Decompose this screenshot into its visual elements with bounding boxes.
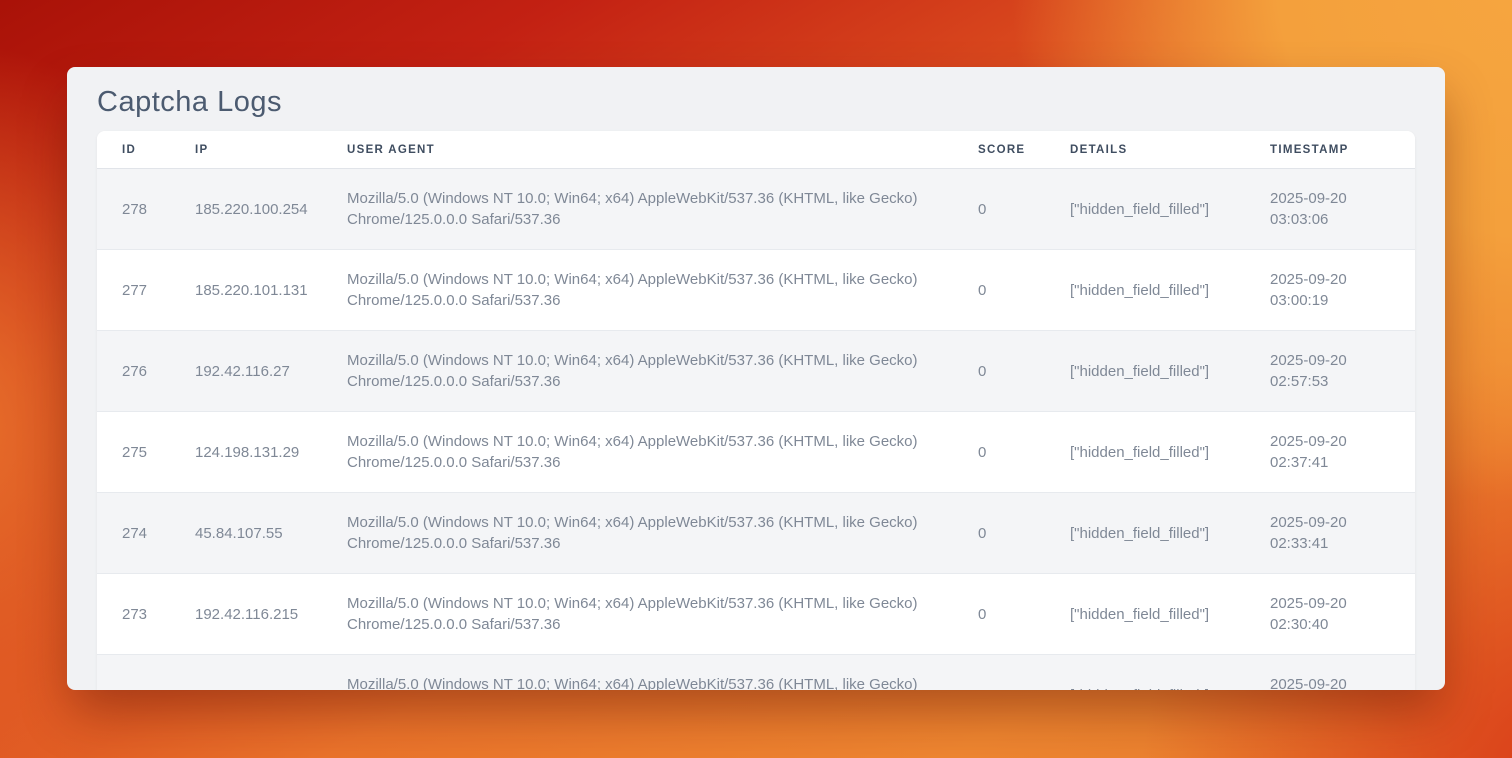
table-header-row: ID IP USER AGENT SCORE DETAILS TIMESTAMP bbox=[97, 131, 1415, 169]
timestamp-date: 2025-09-20 bbox=[1270, 593, 1395, 614]
cell-timestamp: 2025-09-20 03:00:19 bbox=[1245, 250, 1415, 331]
table-row: 274 45.84.107.55 Mozilla/5.0 (Windows NT… bbox=[97, 493, 1415, 574]
cell-ip: 192.42.116.27 bbox=[170, 331, 322, 412]
timestamp-date: 2025-09-20 bbox=[1270, 269, 1395, 290]
cell-details: ["hidden_field_filled"] bbox=[1045, 493, 1245, 574]
cell-timestamp: 2025-09-20 02:37:41 bbox=[1245, 412, 1415, 493]
cell-details: ["hidden_field_filled"] bbox=[1045, 655, 1245, 691]
cell-score: 0 bbox=[953, 493, 1045, 574]
cell-score: 0 bbox=[953, 574, 1045, 655]
cell-ip: 192.42.116.215 bbox=[170, 574, 322, 655]
cell-ip: 45.84.107.55 bbox=[170, 493, 322, 574]
cell-timestamp: 2025-09-20 02:57:53 bbox=[1245, 331, 1415, 412]
logs-table-element: ID IP USER AGENT SCORE DETAILS TIMESTAMP… bbox=[97, 131, 1415, 690]
column-header-details: DETAILS bbox=[1045, 131, 1245, 169]
cell-user-agent: Mozilla/5.0 (Windows NT 10.0; Win64; x64… bbox=[322, 574, 953, 655]
timestamp-time: 02:33:41 bbox=[1270, 533, 1395, 554]
captcha-logs-card: Captcha Logs ID IP USER AGENT SCORE DETA… bbox=[67, 67, 1445, 690]
cell-details: ["hidden_field_filled"] bbox=[1045, 169, 1245, 250]
table-row: 273 192.42.116.215 Mozilla/5.0 (Windows … bbox=[97, 574, 1415, 655]
table-row: 276 192.42.116.27 Mozilla/5.0 (Windows N… bbox=[97, 331, 1415, 412]
table-row: 272 185.100.87.250 Mozilla/5.0 (Windows … bbox=[97, 655, 1415, 691]
cell-id: 276 bbox=[97, 331, 170, 412]
cell-score: 0 bbox=[953, 250, 1045, 331]
cell-user-agent: Mozilla/5.0 (Windows NT 10.0; Win64; x64… bbox=[322, 250, 953, 331]
table-row: 275 124.198.131.29 Mozilla/5.0 (Windows … bbox=[97, 412, 1415, 493]
column-header-user-agent: USER AGENT bbox=[322, 131, 953, 169]
cell-timestamp: 2025-09-20 02:30:40 bbox=[1245, 574, 1415, 655]
timestamp-date: 2025-09-20 bbox=[1270, 431, 1395, 452]
logs-table: ID IP USER AGENT SCORE DETAILS TIMESTAMP… bbox=[97, 131, 1415, 690]
timestamp-date: 2025-09-20 bbox=[1270, 674, 1395, 690]
cell-score: 0 bbox=[953, 169, 1045, 250]
cell-score: 0 bbox=[953, 655, 1045, 691]
timestamp-date: 2025-09-20 bbox=[1270, 512, 1395, 533]
cell-score: 0 bbox=[953, 331, 1045, 412]
cell-details: ["hidden_field_filled"] bbox=[1045, 412, 1245, 493]
cell-user-agent: Mozilla/5.0 (Windows NT 10.0; Win64; x64… bbox=[322, 169, 953, 250]
cell-id: 275 bbox=[97, 412, 170, 493]
timestamp-time: 02:37:41 bbox=[1270, 452, 1395, 473]
column-header-ip: IP bbox=[170, 131, 322, 169]
cell-user-agent: Mozilla/5.0 (Windows NT 10.0; Win64; x64… bbox=[322, 493, 953, 574]
cell-details: ["hidden_field_filled"] bbox=[1045, 250, 1245, 331]
timestamp-time: 03:03:06 bbox=[1270, 209, 1395, 230]
cell-ip: 185.220.100.254 bbox=[170, 169, 322, 250]
cell-timestamp: 2025-09-20 02:33:41 bbox=[1245, 493, 1415, 574]
cell-ip: 185.100.87.250 bbox=[170, 655, 322, 691]
cell-user-agent: Mozilla/5.0 (Windows NT 10.0; Win64; x64… bbox=[322, 412, 953, 493]
cell-user-agent: Mozilla/5.0 (Windows NT 10.0; Win64; x64… bbox=[322, 655, 953, 691]
cell-timestamp: 2025-09-20 03:03:06 bbox=[1245, 169, 1415, 250]
cell-score: 0 bbox=[953, 412, 1045, 493]
table-row: 278 185.220.100.254 Mozilla/5.0 (Windows… bbox=[97, 169, 1415, 250]
page-title: Captcha Logs bbox=[97, 67, 1415, 118]
cell-details: ["hidden_field_filled"] bbox=[1045, 331, 1245, 412]
cell-user-agent: Mozilla/5.0 (Windows NT 10.0; Win64; x64… bbox=[322, 331, 953, 412]
cell-id: 272 bbox=[97, 655, 170, 691]
column-header-timestamp: TIMESTAMP bbox=[1245, 131, 1415, 169]
cell-details: ["hidden_field_filled"] bbox=[1045, 574, 1245, 655]
cell-id: 274 bbox=[97, 493, 170, 574]
table-body: 278 185.220.100.254 Mozilla/5.0 (Windows… bbox=[97, 169, 1415, 691]
cell-ip: 124.198.131.29 bbox=[170, 412, 322, 493]
cell-id: 277 bbox=[97, 250, 170, 331]
column-header-id: ID bbox=[97, 131, 170, 169]
timestamp-time: 03:00:19 bbox=[1270, 290, 1395, 311]
table-row: 277 185.220.101.131 Mozilla/5.0 (Windows… bbox=[97, 250, 1415, 331]
timestamp-date: 2025-09-20 bbox=[1270, 350, 1395, 371]
timestamp-time: 02:30:40 bbox=[1270, 614, 1395, 635]
timestamp-time: 02:57:53 bbox=[1270, 371, 1395, 392]
cell-ip: 185.220.101.131 bbox=[170, 250, 322, 331]
timestamp-date: 2025-09-20 bbox=[1270, 188, 1395, 209]
table-header: ID IP USER AGENT SCORE DETAILS TIMESTAMP bbox=[97, 131, 1415, 169]
cell-id: 273 bbox=[97, 574, 170, 655]
cell-timestamp: 2025-09-20 02:29:40 bbox=[1245, 655, 1415, 691]
column-header-score: SCORE bbox=[953, 131, 1045, 169]
cell-id: 278 bbox=[97, 169, 170, 250]
